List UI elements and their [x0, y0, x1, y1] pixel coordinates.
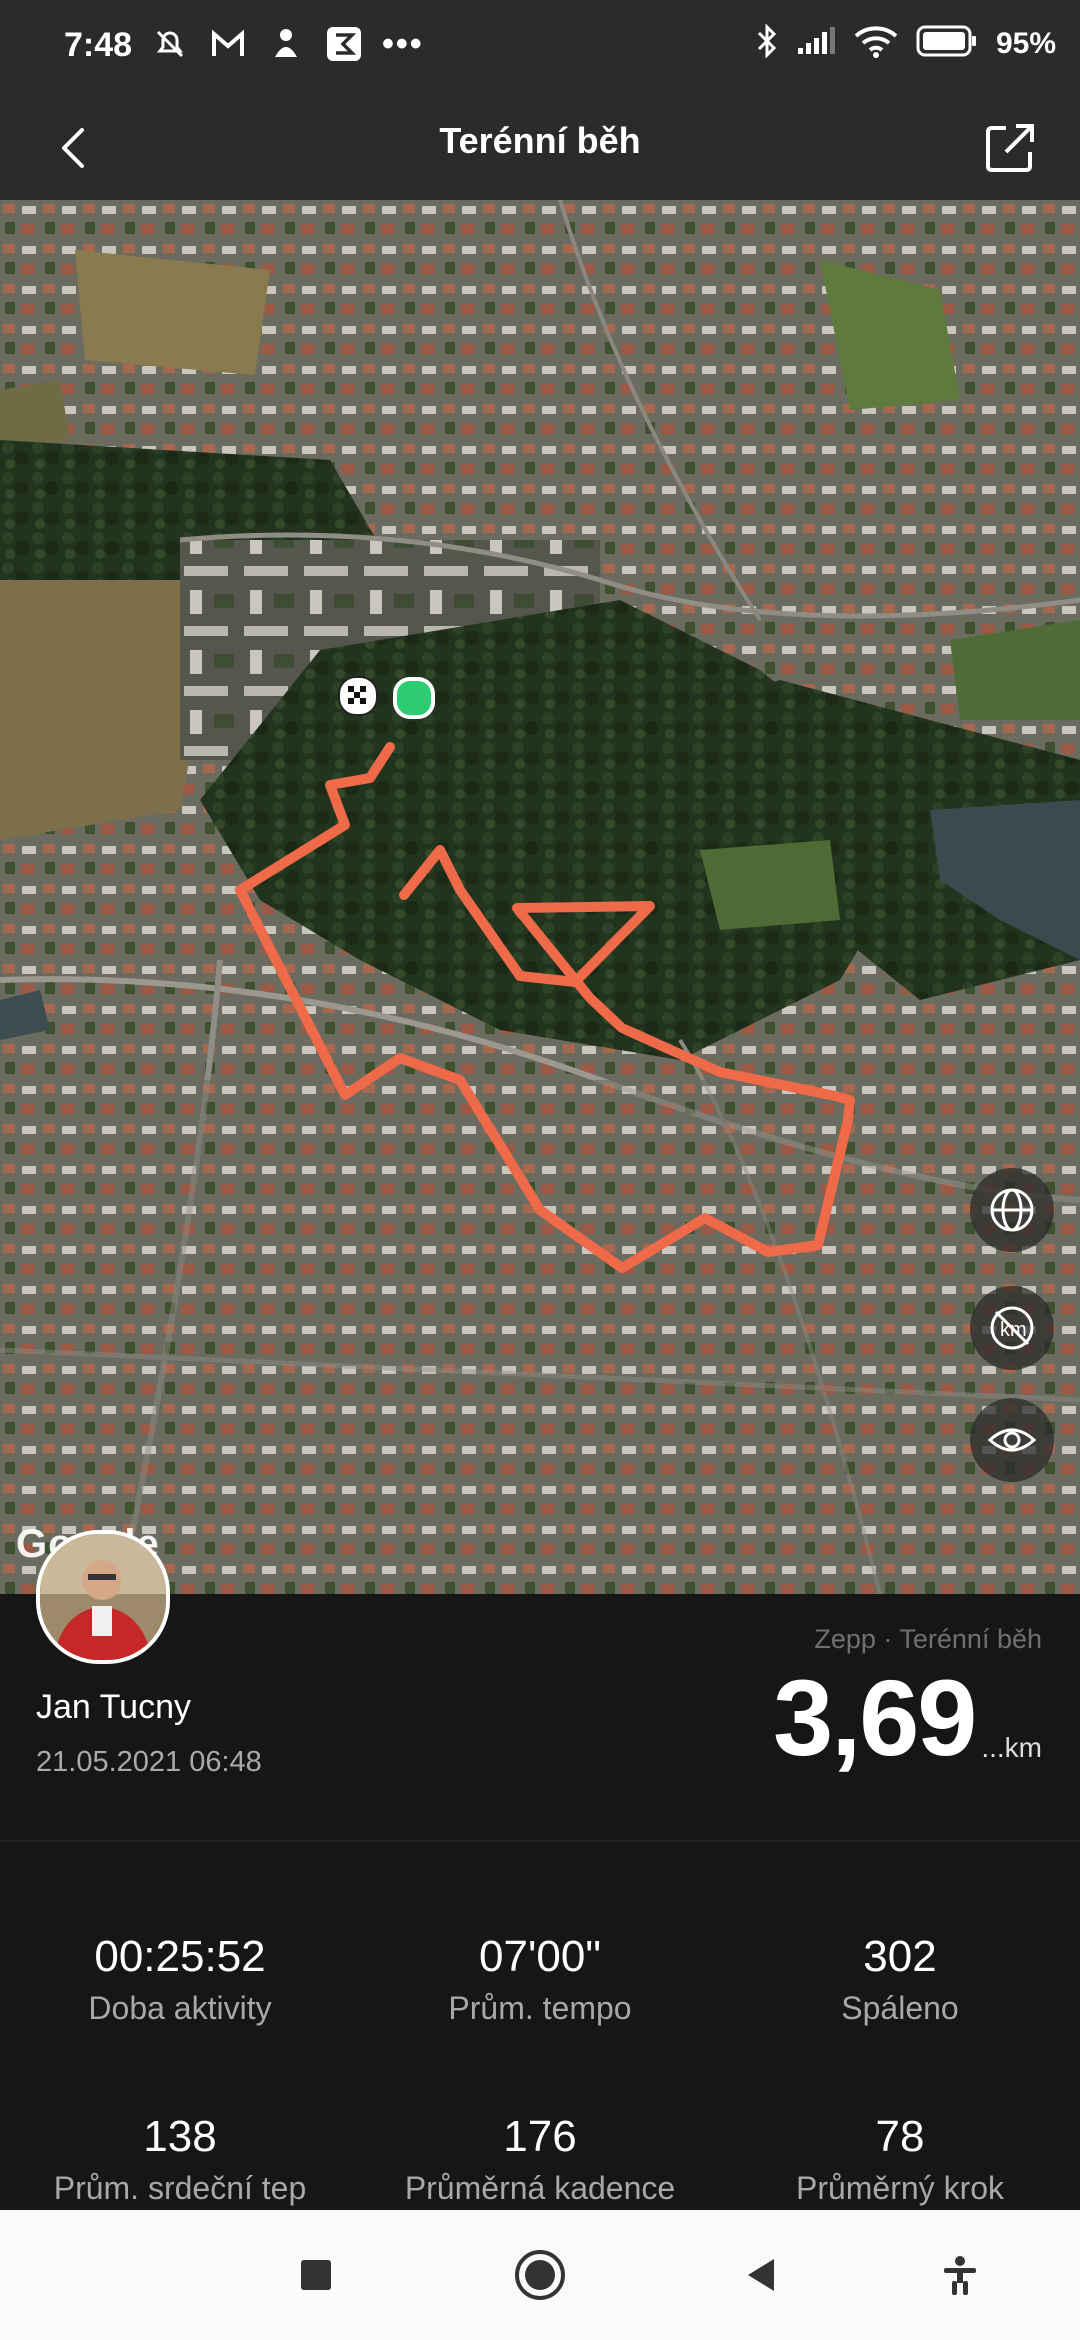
distance-display: 3,69 ...km [773, 1664, 1042, 1772]
gmail-icon [208, 24, 248, 64]
mute-alarm-icon [150, 24, 190, 64]
stat-label: Prům. srdeční tep [53, 2170, 307, 2206]
start-marker-icon [393, 677, 435, 719]
finish-flag-icon [338, 676, 378, 716]
km-markers-toggle[interactable]: km [970, 1286, 1054, 1370]
stat-cadence: 176 Průměrná kadence [360, 2112, 720, 2207]
stat-label: Průměrná kadence [404, 2170, 676, 2206]
stat-label: Doba aktivity [88, 1990, 272, 2026]
status-time: 7:48 [64, 26, 133, 64]
stat-heart-rate: 138 Prům. srdeční tep [0, 2112, 360, 2207]
stat-calories: 302 Spáleno [720, 1932, 1080, 2027]
satellite-map[interactable]: Google km [0, 200, 1080, 1594]
system-nav-bar [0, 2210, 1080, 2340]
share-button[interactable] [974, 112, 1046, 184]
status-bar: 7:48 ••• 95% [0, 0, 1080, 96]
stats-grid: 00:25:52 Doba aktivity 07'00" Prům. temp… [0, 1842, 1080, 2210]
stat-label: Spáleno [841, 1990, 959, 2026]
signal-icon [796, 26, 836, 61]
stat-value: 302 [863, 1932, 937, 1981]
bluetooth-icon [756, 23, 778, 63]
distance-unit: ...km [981, 1732, 1042, 1763]
avatar[interactable] [36, 1530, 170, 1664]
recents-square-icon [301, 2260, 331, 2290]
sigma-icon [324, 24, 364, 64]
nav-back-button[interactable] [730, 2243, 794, 2307]
share-icon [986, 124, 1034, 172]
globe-icon [990, 1188, 1034, 1232]
home-button[interactable] [508, 2243, 572, 2307]
stat-value: 78 [875, 2112, 925, 2161]
km-off-icon: km [990, 1306, 1034, 1350]
stat-stride: 78 Průměrný krok [720, 2112, 1080, 2207]
user-name: Jan Tucny [36, 1688, 191, 1726]
eye-icon [987, 1428, 1037, 1452]
accessibility-icon [944, 2256, 976, 2295]
map-layer-button[interactable] [970, 1168, 1054, 1252]
activity-date: 21.05.2021 06:48 [36, 1746, 262, 1778]
visibility-toggle[interactable] [970, 1398, 1054, 1482]
back-triangle-icon [748, 2259, 774, 2291]
stat-duration: 00:25:52 Doba aktivity [0, 1932, 360, 2027]
stat-label: Prům. tempo [448, 1990, 632, 2026]
distance-value: 3,69 [773, 1657, 977, 1778]
stat-value: 176 [503, 2112, 577, 2161]
stat-label: Průměrný krok [795, 2170, 1005, 2206]
stat-value: 00:25:52 [94, 1932, 266, 1981]
app-header: Terénní běh [0, 96, 1080, 200]
stat-pace: 07'00" Prům. tempo [360, 1932, 720, 2027]
stat-value: 07'00" [479, 1932, 601, 1981]
battery-percent: 95% [995, 26, 1056, 60]
system-icons: 95% [756, 23, 1056, 63]
person-icon [266, 24, 306, 64]
page-title: Terénní běh [439, 120, 641, 161]
map-canvas[interactable] [0, 200, 1080, 1594]
wifi-icon [854, 24, 898, 63]
stat-value: 138 [143, 2112, 217, 2161]
more-dots-icon: ••• [382, 24, 424, 63]
battery-icon [916, 25, 978, 62]
accessibility-button[interactable] [928, 2243, 992, 2307]
notification-icons: ••• [150, 24, 424, 64]
user-photo [40, 1534, 166, 1660]
activity-summary: Jan Tucny 21.05.2021 06:48 Zepp · Terénn… [0, 1530, 1080, 1840]
activity-source: Zepp · Terénní běh [814, 1624, 1042, 1654]
recents-button[interactable] [284, 2243, 348, 2307]
home-circle-icon [515, 2250, 565, 2300]
